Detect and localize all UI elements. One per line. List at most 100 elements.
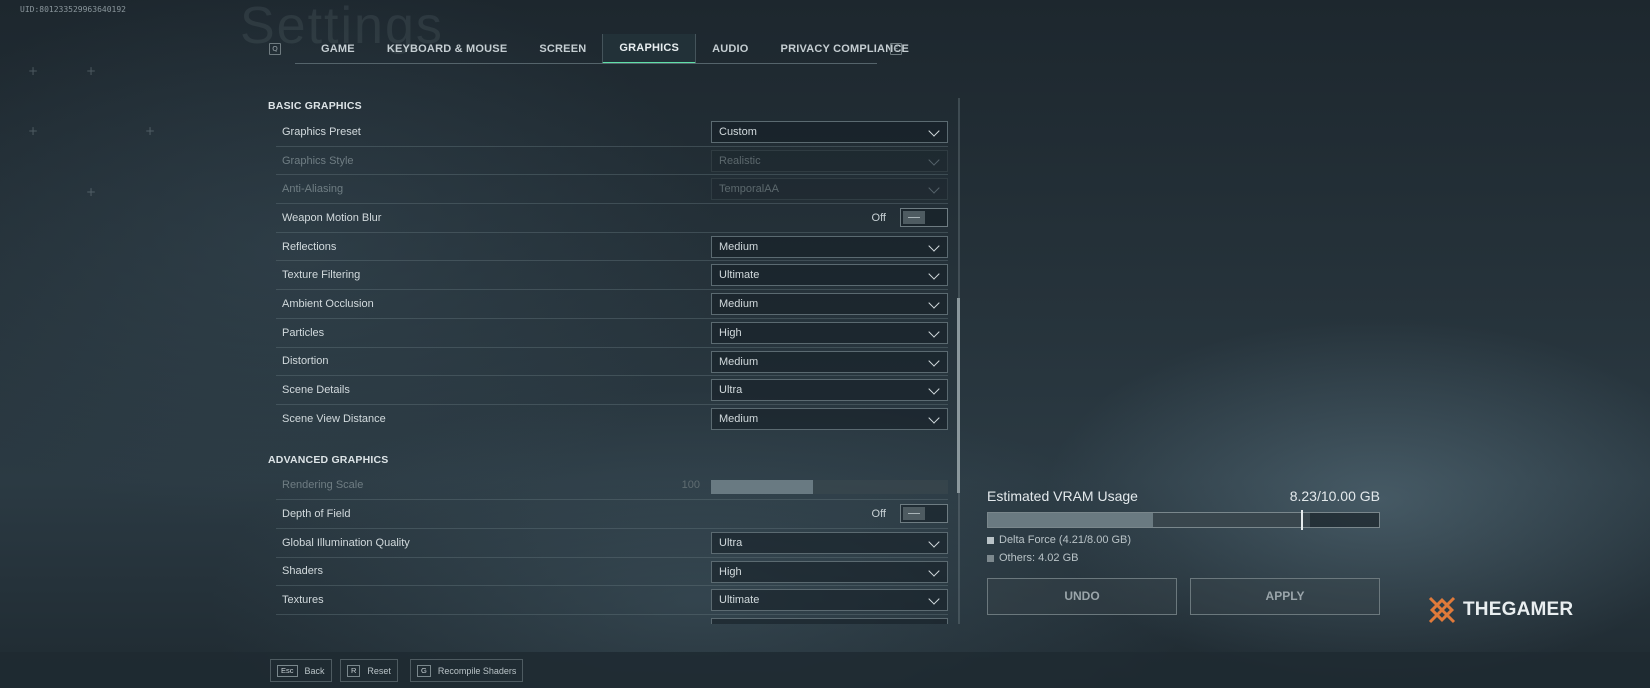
setting-label: Texture Filtering — [282, 269, 361, 282]
vram-legend: Delta Force (4.21/8.00 GB) Others: 4.02 … — [987, 534, 1380, 564]
legend-others-label: Others: 4.02 GB — [999, 552, 1079, 564]
setting-scene-details: Scene Details Ultra — [276, 376, 948, 405]
legend-others: Others: 4.02 GB — [987, 552, 1380, 564]
setting-label: Ambient Occlusion — [282, 297, 374, 310]
dropdown-value: Ultimate — [719, 594, 760, 607]
setting-label: Global Illumination Quality — [282, 536, 410, 549]
toggle-state: Off — [871, 211, 886, 224]
vram-title: Estimated VRAM Usage — [987, 488, 1138, 504]
setting-label: Scene Details — [282, 384, 350, 397]
vram-delta-force-fill — [988, 513, 1153, 527]
tab-keyboard-mouse[interactable]: KEYBOARD & MOUSE — [371, 34, 524, 64]
chevron-down-icon — [928, 326, 940, 338]
tab-game[interactable]: GAME — [305, 34, 371, 64]
chevron-down-icon — [928, 240, 940, 252]
rendering-scale-value: 100 — [681, 478, 700, 491]
particles-dropdown[interactable]: High — [711, 321, 948, 344]
scene-view-distance-dropdown[interactable]: Medium — [711, 407, 948, 430]
legend-delta-force: Delta Force (4.21/8.00 GB) — [987, 534, 1380, 546]
thegamer-logo-icon — [1428, 596, 1456, 624]
vram-total: 8.23/10.00 GB — [1289, 488, 1380, 504]
section-advanced-graphics: ADVANCED GRAPHICS — [268, 453, 389, 466]
setting-anti-aliasing: Anti-Aliasing TemporalAA — [276, 175, 948, 205]
depth-of-field-toggle[interactable] — [900, 504, 948, 524]
key-g-hint: G — [417, 664, 431, 677]
slider-fill — [711, 479, 813, 494]
key-r-hint: R — [347, 664, 361, 677]
toggle-knob — [903, 211, 925, 225]
graphics-preset-dropdown[interactable]: Custom — [711, 121, 948, 143]
recompile-shaders-button[interactable]: G Recompile Shaders — [410, 659, 524, 682]
dropdown-value: High — [719, 326, 742, 339]
scene-details-dropdown[interactable]: Ultra — [711, 379, 948, 402]
chevron-down-icon — [928, 536, 940, 548]
ambient-occlusion-dropdown[interactable]: Medium — [711, 293, 948, 316]
toggle-state: Off — [871, 507, 886, 520]
setting-label: Graphics Preset — [282, 125, 361, 138]
setting-textures: Textures Ultimate — [276, 586, 948, 615]
back-button[interactable]: Esc Back — [270, 659, 332, 682]
partially-hidden-dropdown[interactable] — [711, 618, 948, 624]
setting-distortion: Distortion Medium — [276, 348, 948, 377]
setting-reflections: Reflections Medium — [276, 233, 948, 262]
setting-particles: Particles High — [276, 319, 948, 348]
setting-ambient-occlusion: Ambient Occlusion Medium — [276, 290, 948, 319]
reset-label: Reset — [367, 665, 391, 676]
setting-label: Anti-Aliasing — [282, 183, 344, 196]
setting-label: Weapon Motion Blur — [282, 211, 382, 224]
dropdown-value: TemporalAA — [719, 183, 779, 196]
key-esc-hint: Esc — [277, 664, 298, 677]
section-basic-graphics: BASIC GRAPHICS — [268, 100, 362, 112]
setting-label: Scene View Distance — [282, 413, 386, 426]
dropdown-value: Ultra — [719, 536, 743, 549]
dropdown-value: Realistic — [719, 154, 761, 167]
settings-scrollbar[interactable] — [957, 98, 960, 624]
texture-filtering-dropdown[interactable]: Ultimate — [711, 264, 948, 287]
shaders-dropdown[interactable]: High — [711, 560, 948, 583]
tab-next-key-hint[interactable]: E — [890, 43, 902, 55]
weapon-motion-blur-toggle[interactable] — [900, 208, 948, 228]
setting-global-illumination: Global Illumination Quality Ultra — [276, 529, 948, 558]
dropdown-value: Medium — [719, 298, 759, 311]
crosshair-decoration-icon: + — [86, 64, 97, 78]
setting-label: Textures — [282, 594, 324, 607]
setting-scene-view-distance: Scene View Distance Medium — [276, 405, 948, 434]
textures-dropdown[interactable]: Ultimate — [711, 589, 948, 612]
reflections-dropdown[interactable]: Medium — [711, 235, 948, 258]
scrollbar-thumb[interactable] — [957, 298, 960, 493]
tab-audio[interactable]: AUDIO — [696, 34, 764, 64]
setting-label: Reflections — [282, 240, 337, 253]
weapon-motion-blur-toggle-group: Off — [871, 208, 948, 228]
tab-screen[interactable]: SCREEN — [523, 34, 602, 64]
apply-button[interactable]: APPLY — [1190, 578, 1380, 615]
reset-button[interactable]: R Reset — [340, 659, 398, 682]
chevron-down-icon — [928, 564, 940, 577]
setting-graphics-preset: Graphics Preset Custom — [276, 118, 948, 147]
setting-rendering-scale: Rendering Scale 100 — [276, 472, 948, 501]
dropdown-value: Ultimate — [719, 269, 760, 282]
uid-label: UID:801233529963640192 — [20, 5, 126, 14]
chevron-down-icon — [928, 354, 940, 367]
setting-weapon-motion-blur: Weapon Motion Blur Off — [276, 204, 948, 233]
setting-label: Distortion — [282, 355, 329, 368]
settings-tab-bar: GAME KEYBOARD & MOUSE SCREEN GRAPHICS AU… — [305, 34, 925, 64]
setting-label: Rendering Scale — [282, 479, 364, 492]
chevron-down-icon — [928, 593, 940, 605]
setting-texture-filtering: Texture Filtering Ultimate — [276, 261, 948, 291]
distortion-dropdown[interactable]: Medium — [711, 350, 948, 373]
tab-graphics[interactable]: GRAPHICS — [602, 34, 697, 64]
dropdown-value: High — [719, 565, 742, 578]
chevron-down-icon — [928, 412, 940, 424]
global-illumination-dropdown[interactable]: Ultra — [711, 531, 948, 554]
dropdown-value: Medium — [719, 240, 759, 253]
setting-graphics-style: Graphics Style Realistic — [276, 147, 948, 176]
chevron-down-icon — [928, 383, 940, 395]
legend-swatch — [987, 554, 994, 562]
crosshair-decoration-icon: + — [86, 185, 97, 199]
tab-prev-key-hint[interactable]: Q — [269, 43, 281, 55]
graphics-settings-panel[interactable]: BASIC GRAPHICS Graphics Preset Custom Gr… — [268, 94, 958, 624]
undo-button[interactable]: UNDO — [987, 578, 1177, 615]
crosshair-decoration-icon: + — [28, 124, 39, 138]
legend-delta-force-label: Delta Force (4.21/8.00 GB) — [999, 534, 1132, 546]
setting-partially-hidden — [276, 615, 948, 624]
